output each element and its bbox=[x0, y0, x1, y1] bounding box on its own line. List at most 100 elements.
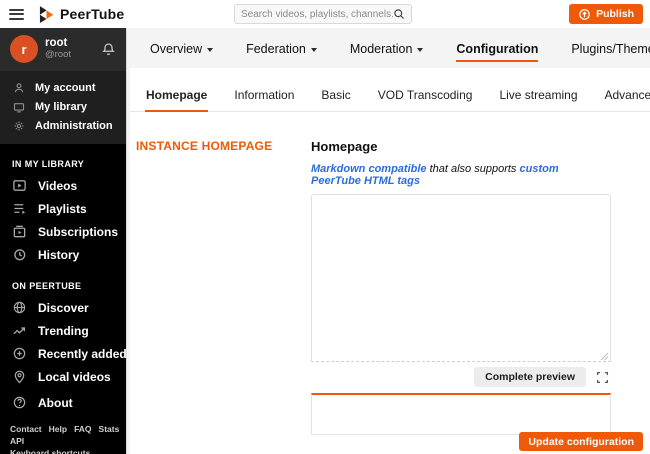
notifications-bell-icon[interactable] bbox=[101, 42, 116, 57]
sidebar-item-my-account[interactable]: My account bbox=[0, 78, 130, 97]
sidebar-item-administration[interactable]: Administration bbox=[0, 116, 130, 135]
history-icon bbox=[12, 247, 27, 262]
footer-link-contact[interactable]: Contact bbox=[10, 424, 42, 434]
homepage-form: INSTANCE HOMEPAGE Homepage Markdown comp… bbox=[130, 112, 650, 435]
sidebar-item-label: My account bbox=[35, 81, 96, 94]
hint-middle-text: that also supports bbox=[426, 163, 520, 175]
account-menu: My account My library Administration bbox=[0, 71, 130, 144]
hamburger-menu-icon[interactable] bbox=[9, 6, 24, 22]
nav-item-label: Plugins/Themes bbox=[571, 42, 650, 56]
sidebar-item-discover[interactable]: Discover bbox=[0, 296, 130, 319]
peertube-logo-icon[interactable] bbox=[39, 5, 54, 23]
markdown-hint: Markdown compatible that also supports c… bbox=[311, 163, 611, 187]
sidebar-footer-links-row2: Keyboard shortcuts bbox=[0, 448, 130, 454]
complete-preview-button[interactable]: Complete preview bbox=[474, 367, 586, 387]
footer-link-help[interactable]: Help bbox=[49, 424, 67, 434]
subscriptions-icon bbox=[12, 224, 27, 239]
fullscreen-icon bbox=[596, 371, 609, 384]
sidebar-item-recently-added[interactable]: Recently added bbox=[0, 342, 130, 365]
sidebar-item-label: Discover bbox=[38, 300, 89, 315]
plus-circle-icon bbox=[12, 346, 27, 361]
globe-icon bbox=[12, 300, 27, 315]
user-handle: @root bbox=[45, 49, 72, 61]
sidebar-item-playlists[interactable]: Playlists bbox=[0, 197, 130, 220]
homepage-textarea[interactable] bbox=[311, 194, 611, 362]
nav-item-overview[interactable]: Overview bbox=[150, 40, 214, 56]
pin-icon bbox=[12, 369, 27, 384]
avatar[interactable]: r bbox=[10, 35, 38, 63]
trending-icon bbox=[12, 323, 27, 338]
chevron-down-icon bbox=[417, 48, 424, 52]
sidebar-footer-links: Contact Help FAQ Stats API bbox=[0, 414, 130, 448]
playlists-icon bbox=[12, 201, 27, 216]
sidebar-item-label: My library bbox=[35, 100, 87, 113]
peertube-app: PeerTube Publish r root bbox=[0, 0, 650, 454]
footer-link-api[interactable]: API bbox=[10, 436, 24, 446]
editor-controls: Complete preview bbox=[311, 362, 611, 393]
sidebar-item-videos[interactable]: Videos bbox=[0, 174, 130, 197]
nav-item-moderation[interactable]: Moderation bbox=[350, 40, 424, 56]
nav-item-configuration[interactable]: Configuration bbox=[456, 40, 539, 62]
sidebar-item-label: Recently added bbox=[38, 346, 127, 361]
update-configuration-button[interactable]: Update configuration bbox=[519, 432, 643, 451]
sidebar-item-label: Playlists bbox=[38, 201, 87, 216]
nav-item-plugins-themes[interactable]: Plugins/Themes bbox=[571, 40, 650, 56]
publish-label: Publish bbox=[596, 8, 634, 20]
sidebar-item-trending[interactable]: Trending bbox=[0, 319, 130, 342]
sidebar-item-label: Videos bbox=[38, 178, 78, 193]
preview-panel bbox=[311, 393, 611, 435]
tab-basic[interactable]: Basic bbox=[320, 88, 351, 111]
search-bar bbox=[234, 4, 412, 24]
nav-item-federation[interactable]: Federation bbox=[246, 40, 317, 56]
question-circle-icon bbox=[12, 395, 27, 410]
sidebar-item-history[interactable]: History bbox=[0, 243, 130, 266]
configuration-tabs: Homepage Information Basic VOD Transcodi… bbox=[130, 88, 650, 112]
user-icon bbox=[13, 82, 25, 94]
user-block: r root @root bbox=[0, 28, 130, 71]
markdown-editor: Complete preview bbox=[311, 194, 611, 435]
videos-icon bbox=[12, 178, 27, 193]
footer-link-stats[interactable]: Stats bbox=[99, 424, 120, 434]
markdown-compatible-link[interactable]: Markdown compatible bbox=[311, 163, 427, 175]
tab-information[interactable]: Information bbox=[233, 88, 295, 111]
top-header: PeerTube Publish bbox=[0, 0, 650, 28]
sidebar-item-label: Subscriptions bbox=[38, 224, 119, 239]
tab-advanced[interactable]: Advanced bbox=[604, 88, 650, 111]
sidebar-item-my-library[interactable]: My library bbox=[0, 97, 130, 116]
sidebar-item-label: History bbox=[38, 247, 80, 262]
gear-icon bbox=[13, 120, 25, 132]
sidebar: r root @root My account My library Admin… bbox=[0, 28, 130, 454]
nav-item-label: Configuration bbox=[456, 42, 539, 56]
section-title-in-my-library: IN MY LIBRARY bbox=[12, 159, 85, 169]
tab-live-streaming[interactable]: Live streaming bbox=[498, 88, 578, 111]
sidebar-item-local-videos[interactable]: Local videos bbox=[0, 365, 130, 388]
tab-homepage[interactable]: Homepage bbox=[145, 88, 209, 112]
chevron-down-icon bbox=[207, 48, 214, 52]
maximize-editor-button[interactable] bbox=[596, 371, 609, 384]
upload-icon bbox=[578, 8, 591, 21]
sidebar-item-label: About bbox=[38, 395, 73, 410]
library-icon bbox=[13, 101, 25, 113]
sidebar-item-subscriptions[interactable]: Subscriptions bbox=[0, 220, 130, 243]
nav-item-label: Federation bbox=[246, 42, 306, 56]
instance-homepage-label: INSTANCE HOMEPAGE bbox=[136, 139, 273, 153]
tab-vod-transcoding[interactable]: VOD Transcoding bbox=[377, 88, 474, 111]
sidebar-bottom: About Contact Help FAQ Stats API Keyboar… bbox=[0, 391, 130, 454]
search-input[interactable] bbox=[241, 8, 393, 20]
chevron-down-icon bbox=[310, 48, 317, 52]
admin-nav: Overview Federation Moderation Configura… bbox=[130, 28, 650, 68]
footer-link-keyboard-shortcuts[interactable]: Keyboard shortcuts bbox=[10, 448, 90, 454]
publish-button[interactable]: Publish bbox=[569, 4, 643, 24]
footer-link-faq[interactable]: FAQ bbox=[74, 424, 91, 434]
sidebar-item-label: Trending bbox=[38, 323, 89, 338]
sidebar-item-about[interactable]: About bbox=[0, 391, 130, 414]
nav-item-label: Overview bbox=[150, 42, 203, 56]
sidebar-item-label: Administration bbox=[35, 119, 113, 132]
section-title-on-peertube: ON PEERTUBE bbox=[12, 281, 82, 291]
nav-item-label: Moderation bbox=[349, 42, 413, 56]
brand-title: PeerTube bbox=[60, 6, 125, 22]
sidebar-item-label: Local videos bbox=[38, 369, 111, 384]
homepage-field-label: Homepage bbox=[311, 139, 378, 154]
search-icon[interactable] bbox=[393, 8, 405, 20]
main-content: Overview Federation Moderation Configura… bbox=[130, 28, 650, 454]
